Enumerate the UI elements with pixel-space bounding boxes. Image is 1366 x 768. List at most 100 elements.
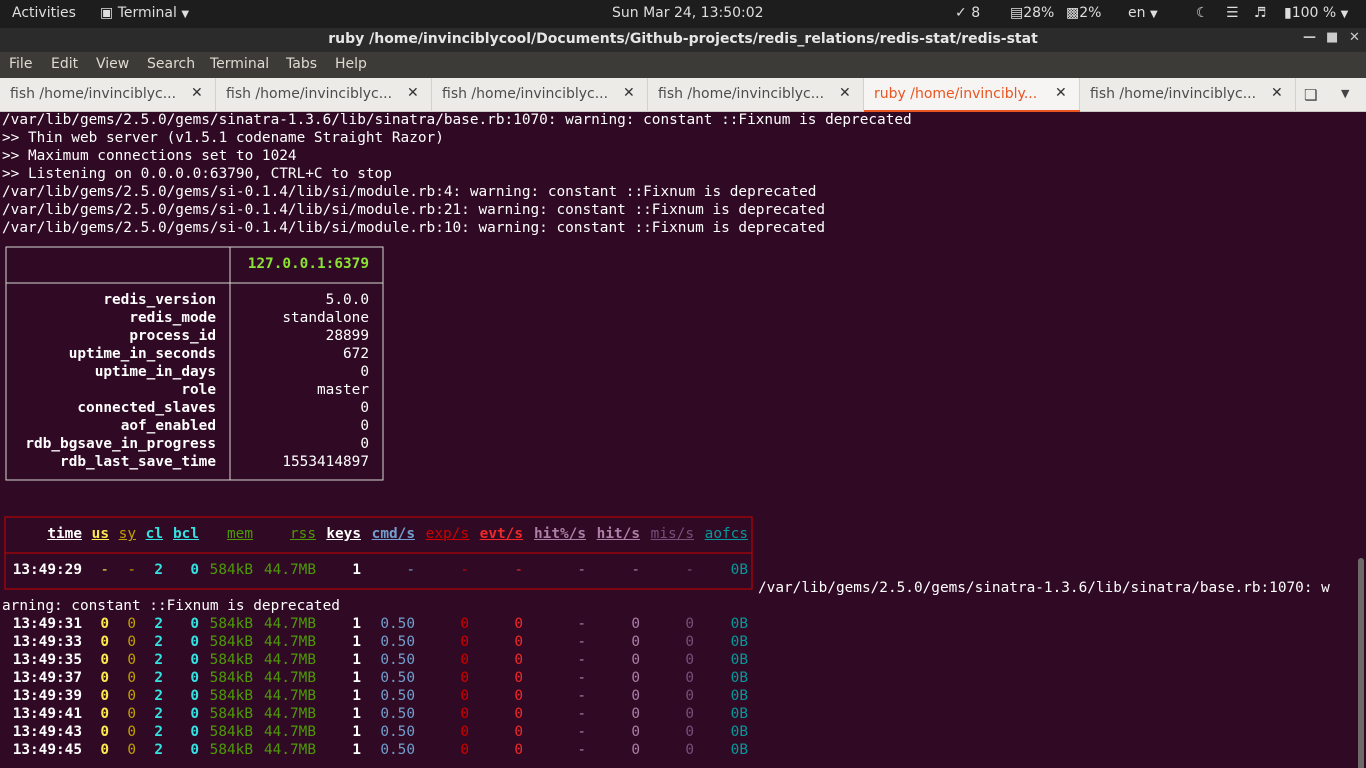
info-key: aof_enabled xyxy=(120,418,216,434)
stats-header-rss: rss xyxy=(290,526,316,542)
info-key: role xyxy=(181,382,216,398)
stats-cell: - xyxy=(631,562,640,578)
stats-cell: - xyxy=(406,562,415,578)
cpu-icon: ▤ xyxy=(1010,5,1024,21)
stats-cell: - xyxy=(577,652,586,668)
menu-edit[interactable]: Edit xyxy=(51,56,78,72)
app-menu[interactable]: ▣ Terminal ▼ xyxy=(100,5,189,21)
stats-cell: 0 xyxy=(514,670,523,686)
stats-cell: 0 xyxy=(514,634,523,650)
close-tab-icon[interactable]: ✕ xyxy=(407,85,419,101)
stats-cell: 0 xyxy=(190,670,199,686)
stats-header-bcl: bcl xyxy=(173,526,199,542)
tab-5-active[interactable]: ruby /home/invincibly... ✕ xyxy=(864,78,1080,112)
stats-cell: 0 xyxy=(685,706,694,722)
stats-cell: 0 xyxy=(460,706,469,722)
stats-cell: 1 xyxy=(352,616,361,632)
stats-cell: 0 xyxy=(100,706,109,722)
stats-cell: 0 xyxy=(460,670,469,686)
clock[interactable]: Sun Mar 24, 13:50:02 xyxy=(612,5,764,21)
stats-cell: 0 xyxy=(460,724,469,740)
stats-cell: 0 xyxy=(127,724,136,740)
stats-cell: 0 xyxy=(190,634,199,650)
info-value: 0 xyxy=(360,418,369,434)
close-tab-icon[interactable]: ✕ xyxy=(1271,85,1283,101)
log-line: /var/lib/gems/2.5.0/gems/si-0.1.4/lib/si… xyxy=(2,184,817,200)
stats-cell: 0 xyxy=(190,688,199,704)
stats-cell: 44.7MB xyxy=(264,562,316,578)
stats-cell: 0 xyxy=(631,670,640,686)
stats-header-hits: hit%/s xyxy=(534,526,586,542)
stats-cell: 13:49:37 xyxy=(12,670,82,686)
stats-cell: - xyxy=(577,562,586,578)
stats-cell: 44.7MB xyxy=(264,670,316,686)
stats-cell: - xyxy=(685,562,694,578)
stats-cell: 0 xyxy=(631,706,640,722)
stats-cell: 0 xyxy=(514,724,523,740)
tab-2[interactable]: fish /home/invinciblyc... ✕ xyxy=(216,78,432,112)
stats-cell: 0 xyxy=(631,742,640,758)
log-line: /var/lib/gems/2.5.0/gems/si-0.1.4/lib/si… xyxy=(2,220,826,236)
menu-help[interactable]: Help xyxy=(335,56,367,72)
stats-cell: 0 xyxy=(190,562,199,578)
info-key: connected_slaves xyxy=(77,400,216,416)
minimize-icon[interactable]: — xyxy=(1303,30,1316,45)
stats-cell: 2 xyxy=(154,562,163,578)
stats-cell: 0 xyxy=(631,724,640,740)
battery-indicator[interactable]: ▮100 % ▼ xyxy=(1284,5,1348,21)
stats-cell: - xyxy=(514,562,523,578)
stats-cell: 0 xyxy=(685,616,694,632)
wifi-icon[interactable]: ☰ xyxy=(1226,5,1239,21)
menu-tabs[interactable]: Tabs xyxy=(286,56,317,72)
tab-list-chevron-icon[interactable]: ▼ xyxy=(1341,87,1349,100)
close-tab-icon[interactable]: ✕ xyxy=(623,85,635,101)
stats-cell: 0 xyxy=(100,724,109,740)
warning-head: arning: constant ::Fixnum is deprecated xyxy=(2,598,340,614)
stats-cell: - xyxy=(127,562,136,578)
tick-icon[interactable]: ✓ 8 xyxy=(955,5,980,21)
cpu-indicator[interactable]: ▤28% xyxy=(1010,5,1054,21)
stats-cell: 584kB xyxy=(209,742,253,758)
stats-cell: 0 xyxy=(190,742,199,758)
window-titlebar[interactable]: ruby /home/invinciblycool/Documents/Gith… xyxy=(0,28,1366,52)
tab-3[interactable]: fish /home/invinciblyc... ✕ xyxy=(432,78,648,112)
stats-cell: 0B xyxy=(730,688,748,704)
stats-row: 13:49:33 0 0 2 0 584kB 44.7MB 1 0.50 0 0 - 0 0 0B xyxy=(0,634,760,652)
close-tab-icon[interactable]: ✕ xyxy=(1055,85,1067,101)
menu-search[interactable]: Search xyxy=(147,56,195,72)
menu-file[interactable]: File xyxy=(9,56,32,72)
terminal-scrollbar[interactable] xyxy=(1356,112,1366,768)
stats-cell: - xyxy=(577,616,586,632)
volume-icon[interactable]: ♬ xyxy=(1254,5,1267,21)
mem-indicator[interactable]: ▩2% xyxy=(1066,5,1101,21)
new-tab-icon[interactable]: ❏ xyxy=(1304,86,1317,104)
keyboard-layout[interactable]: en ▼ xyxy=(1128,5,1158,21)
close-tab-icon[interactable]: ✕ xyxy=(839,85,851,101)
menu-view[interactable]: View xyxy=(96,56,129,72)
stats-cell: 584kB xyxy=(209,688,253,704)
info-value: 0 xyxy=(360,364,369,380)
stats-cell: 1 xyxy=(352,688,361,704)
menu-terminal[interactable]: Terminal xyxy=(210,56,269,72)
stats-cell: 0.50 xyxy=(380,652,415,668)
maximize-icon[interactable]: ■ xyxy=(1326,30,1338,45)
night-light-icon[interactable]: ☾ xyxy=(1196,5,1209,21)
scrollbar-thumb[interactable] xyxy=(1358,558,1364,768)
stats-cell: 0 xyxy=(685,724,694,740)
stats-cell: 584kB xyxy=(209,652,253,668)
activities-button[interactable]: Activities xyxy=(12,5,76,21)
stats-cell: 584kB xyxy=(209,562,253,578)
stats-cell: 0 xyxy=(631,652,640,668)
stats-cell: 0 xyxy=(127,742,136,758)
close-tab-icon[interactable]: ✕ xyxy=(191,85,203,101)
tab-4[interactable]: fish /home/invinciblyc... ✕ xyxy=(648,78,864,112)
stats-cell: 0.50 xyxy=(380,724,415,740)
stats-cell: 0B xyxy=(730,742,748,758)
tab-1[interactable]: fish /home/invinciblyc... ✕ xyxy=(0,78,216,112)
close-icon[interactable]: ✕ xyxy=(1349,30,1360,45)
info-key: redis_version xyxy=(103,292,216,308)
stats-cell: - xyxy=(460,562,469,578)
stats-cell: - xyxy=(577,634,586,650)
tab-6[interactable]: fish /home/invinciblyc... ✕ xyxy=(1080,78,1296,112)
terminal-output[interactable]: /var/lib/gems/2.5.0/gems/sinatra-1.3.6/l… xyxy=(0,112,1356,768)
